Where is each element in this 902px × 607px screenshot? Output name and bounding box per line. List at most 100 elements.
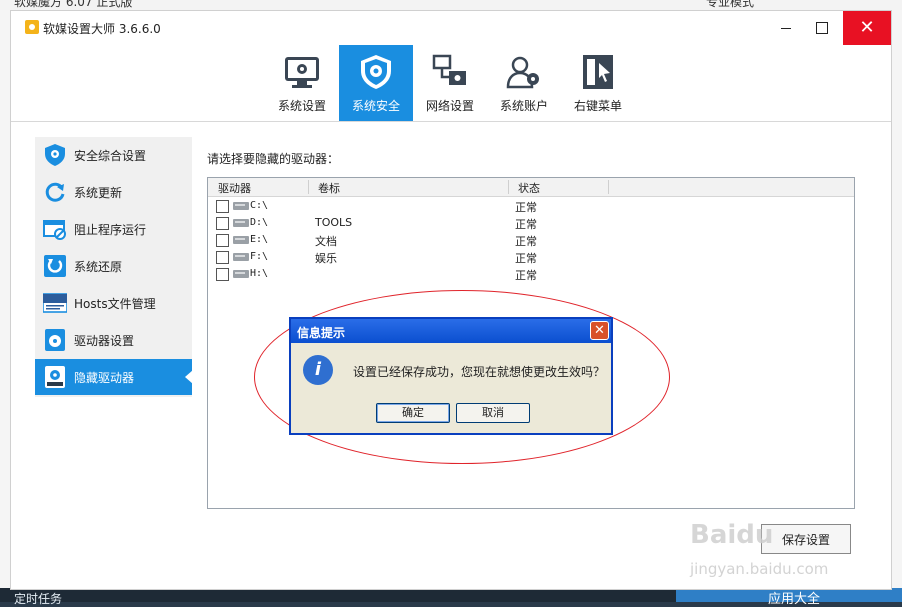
apply-all-label: 应用大全 (768, 592, 821, 607)
info-icon: i (303, 355, 333, 385)
volume-label: 娱乐 (315, 252, 337, 265)
sidebar-item-label: 隐藏驱动器 (74, 371, 135, 385)
sidebar-item-hosts[interactable]: Hosts文件管理 (35, 285, 192, 321)
tab-system-security[interactable]: 系统安全 (339, 45, 413, 121)
blocked-window-icon (43, 220, 66, 240)
drive-settings-icon (45, 329, 65, 351)
dialog-close-button[interactable]: ✕ (590, 321, 609, 340)
drive-letter: E:\ (250, 234, 269, 245)
column-divider[interactable] (308, 180, 309, 194)
dialog-title-bar[interactable]: 信息提示 (291, 319, 611, 343)
sidebar-item-system-update[interactable]: 系统更新 (35, 174, 192, 210)
tab-label: 系统账户 (499, 99, 548, 113)
cancel-button[interactable]: 取消 (456, 403, 530, 423)
sidebar-item-label: Hosts文件管理 (74, 297, 156, 311)
context-menu-icon (583, 55, 613, 89)
maximize-button[interactable] (799, 11, 845, 45)
sidebar-item-label: 阻止程序运行 (74, 223, 147, 237)
column-header-volume[interactable]: 卷标 (318, 180, 340, 196)
drive-list-header: 驱动器 卷标 状态 (208, 178, 854, 197)
background-app-right (892, 10, 902, 590)
shield-gear-icon (361, 55, 391, 89)
sidebar-item-label: 安全综合设置 (74, 149, 147, 163)
baidu-watermark-url: jingyan.baidu.com (690, 560, 829, 578)
hosts-file-icon (43, 293, 67, 313)
drive-checkbox[interactable] (216, 217, 229, 230)
table-row[interactable]: E:\ 文档 正常 (208, 232, 854, 249)
tab-label: 系统安全 (351, 99, 400, 113)
sidebar-item-security-overview[interactable]: 安全综合设置 (35, 137, 192, 173)
hard-drive-icon (233, 270, 249, 278)
category-toolbar: 系统设置 系统安全 网络设置 系统账户 右键菜单 (11, 45, 891, 122)
background-app-title: 软媒魔方 6.07 正式版 (14, 0, 133, 9)
drive-status: 正常 (515, 252, 537, 265)
column-header-drive[interactable]: 驱动器 (218, 180, 251, 196)
drive-status: 正常 (515, 201, 537, 214)
table-row[interactable]: F:\ 娱乐 正常 (208, 249, 854, 266)
window-title: 软媒设置大师 3.6.6.0 (43, 22, 161, 36)
hard-drive-icon (233, 236, 249, 244)
drive-prompt: 请选择要隐藏的驱动器： (207, 152, 340, 166)
scheduled-task-link[interactable]: 定时任务 (14, 590, 62, 607)
sidebar-item-system-restore[interactable]: 系统还原 (35, 248, 192, 284)
drive-letter: F:\ (250, 251, 269, 262)
close-button[interactable]: ✕ (843, 11, 891, 45)
title-bar[interactable]: 软媒设置大师 3.6.6.0 ✕ (11, 11, 891, 45)
background-mode-label: 专业模式 (706, 0, 755, 9)
sidebar: 安全综合设置 系统更新 阻止程序运行 系统还原 Hosts文件管理 驱动器设置 … (35, 137, 193, 397)
background-app-titlebar: 软媒魔方 6.07 正式版 专业模式 (0, 0, 902, 10)
refresh-icon (45, 182, 65, 202)
drive-checkbox[interactable] (216, 268, 229, 281)
drive-status: 正常 (515, 269, 537, 282)
background-app-statusbar: 定时任务 应用大全 (0, 588, 902, 607)
volume-label: TOOLS (315, 216, 353, 229)
hidden-drive-icon (45, 366, 65, 388)
drive-checkbox[interactable] (216, 200, 229, 213)
column-divider[interactable] (608, 180, 609, 194)
network-icon (432, 54, 466, 85)
ok-button[interactable]: 确定 (376, 403, 450, 423)
tab-network-settings[interactable]: 网络设置 (413, 45, 487, 121)
info-dialog: 信息提示 ✕ i 设置已经保存成功，您现在就想使更改生效吗？ 确定 取消 (289, 317, 613, 435)
table-row[interactable]: C:\ 正常 (208, 198, 854, 215)
maximize-icon (816, 22, 828, 34)
user-accounts-icon (506, 56, 539, 89)
hard-drive-icon (233, 253, 249, 261)
close-icon: ✕ (594, 323, 605, 338)
table-row[interactable]: H:\ 正常 (208, 266, 854, 283)
dialog-title: 信息提示 (297, 326, 346, 340)
app-icon (25, 20, 39, 34)
dialog-message: 设置已经保存成功，您现在就想使更改生效吗？ (353, 365, 606, 379)
background-app-left (0, 10, 10, 590)
sidebar-item-label: 系统还原 (74, 260, 123, 274)
hard-drive-icon (233, 219, 249, 227)
tab-system-settings[interactable]: 系统设置 (265, 45, 339, 121)
monitor-gear-icon (285, 57, 319, 88)
sidebar-item-label: 驱动器设置 (74, 334, 135, 348)
tab-label: 网络设置 (425, 99, 474, 113)
sidebar-item-label: 系统更新 (74, 186, 123, 200)
volume-label: 文档 (315, 235, 337, 248)
table-row[interactable]: D:\ TOOLS 正常 (208, 215, 854, 232)
drive-status: 正常 (515, 218, 537, 231)
save-settings-button[interactable]: 保存设置 (761, 524, 851, 554)
drive-status: 正常 (515, 235, 537, 248)
tab-context-menu[interactable]: 右键菜单 (561, 45, 635, 121)
apply-all-button[interactable]: 应用大全 (676, 588, 902, 607)
drive-letter: D:\ (250, 217, 269, 228)
tab-label: 系统设置 (277, 99, 326, 113)
column-divider[interactable] (508, 180, 509, 194)
drive-letter: H:\ (250, 268, 269, 279)
sidebar-item-hide-drives[interactable]: 隐藏驱动器 (35, 359, 193, 395)
tab-label: 右键菜单 (573, 99, 622, 113)
close-icon: ✕ (859, 17, 875, 38)
drive-checkbox[interactable] (216, 234, 229, 247)
sidebar-item-block-programs[interactable]: 阻止程序运行 (35, 211, 192, 247)
sidebar-item-drive-settings[interactable]: 驱动器设置 (35, 322, 192, 358)
tab-system-accounts[interactable]: 系统账户 (487, 45, 561, 121)
hard-drive-icon (233, 202, 249, 210)
baidu-watermark: Baidu (690, 520, 774, 550)
column-header-status[interactable]: 状态 (518, 180, 540, 196)
drive-checkbox[interactable] (216, 251, 229, 264)
shield-icon (45, 144, 65, 166)
